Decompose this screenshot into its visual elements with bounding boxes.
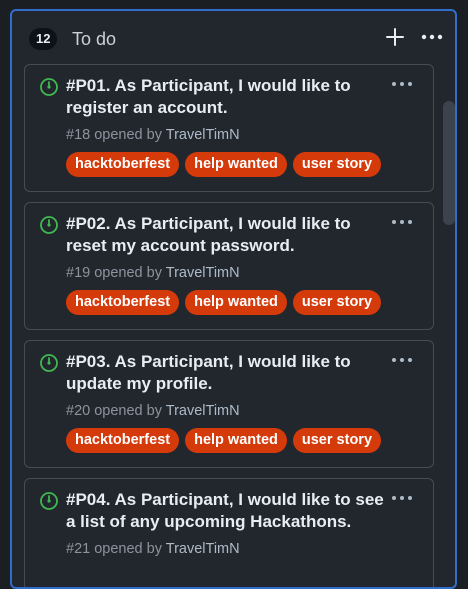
opened-by-text: opened by bbox=[94, 541, 162, 557]
label-help-wanted[interactable]: help wanted bbox=[185, 152, 287, 177]
plus-icon[interactable] bbox=[384, 26, 406, 48]
card-count-badge: 12 bbox=[29, 28, 58, 50]
issue-meta: #21 opened by TravelTimN bbox=[66, 539, 240, 559]
issue-opened-icon bbox=[39, 215, 59, 235]
label-hacktoberfest[interactable]: hacktoberfest bbox=[66, 152, 180, 177]
card-menu-icon[interactable] bbox=[390, 213, 414, 231]
issue-opened-icon bbox=[39, 491, 59, 511]
label-list: hacktoberfest help wanted user story bbox=[66, 428, 382, 453]
issue-card[interactable]: #P03. As Participant, I would like to up… bbox=[24, 340, 434, 468]
issue-author[interactable]: TravelTimN bbox=[166, 265, 240, 281]
label-user-story[interactable]: user story bbox=[292, 290, 382, 315]
card-menu-icon[interactable] bbox=[390, 351, 414, 369]
column-header: 12 To do bbox=[12, 11, 455, 63]
issue-title[interactable]: #P04. As Participant, I would like to se… bbox=[66, 489, 386, 533]
issue-card[interactable]: #P02. As Participant, I would like to re… bbox=[24, 202, 434, 330]
label-user-story[interactable]: user story bbox=[292, 428, 382, 453]
label-list: hacktoberfest help wanted user story bbox=[66, 290, 382, 315]
project-column-todo: 12 To do #P01. As Participant, I would l… bbox=[10, 9, 457, 589]
label-hacktoberfest[interactable]: hacktoberfest bbox=[66, 290, 180, 315]
issue-title[interactable]: #P02. As Participant, I would like to re… bbox=[66, 213, 386, 257]
opened-by-text: opened by bbox=[94, 265, 162, 281]
issue-card[interactable]: #P01. As Participant, I would like to re… bbox=[24, 64, 434, 192]
scrollbar-thumb[interactable] bbox=[443, 101, 455, 225]
issue-meta: #20 opened by TravelTimN bbox=[66, 401, 240, 421]
issue-number: #19 bbox=[66, 265, 91, 281]
issue-author[interactable]: TravelTimN bbox=[166, 127, 240, 143]
issue-opened-icon bbox=[39, 77, 59, 97]
issue-title[interactable]: #P01. As Participant, I would like to re… bbox=[66, 75, 386, 119]
issue-number: #21 bbox=[66, 541, 91, 557]
issue-opened-icon bbox=[39, 353, 59, 373]
card-menu-icon[interactable] bbox=[390, 489, 414, 507]
issue-number: #20 bbox=[66, 403, 91, 419]
label-help-wanted[interactable]: help wanted bbox=[185, 290, 287, 315]
issue-author[interactable]: TravelTimN bbox=[166, 541, 240, 557]
label-user-story[interactable]: user story bbox=[292, 152, 382, 177]
issue-meta: #18 opened by TravelTimN bbox=[66, 125, 240, 145]
card-menu-icon[interactable] bbox=[390, 75, 414, 93]
issue-title[interactable]: #P03. As Participant, I would like to up… bbox=[66, 351, 386, 395]
label-hacktoberfest[interactable]: hacktoberfest bbox=[66, 428, 180, 453]
label-list: hacktoberfest help wanted user story bbox=[66, 152, 382, 177]
column-menu-icon[interactable] bbox=[420, 26, 444, 48]
label-help-wanted[interactable]: help wanted bbox=[185, 428, 287, 453]
issue-number: #18 bbox=[66, 127, 91, 143]
column-title: To do bbox=[72, 29, 117, 49]
issue-author[interactable]: TravelTimN bbox=[166, 403, 240, 419]
issue-card[interactable]: #P04. As Participant, I would like to se… bbox=[24, 478, 434, 587]
issue-meta: #19 opened by TravelTimN bbox=[66, 263, 240, 283]
opened-by-text: opened by bbox=[94, 127, 162, 143]
opened-by-text: opened by bbox=[94, 403, 162, 419]
